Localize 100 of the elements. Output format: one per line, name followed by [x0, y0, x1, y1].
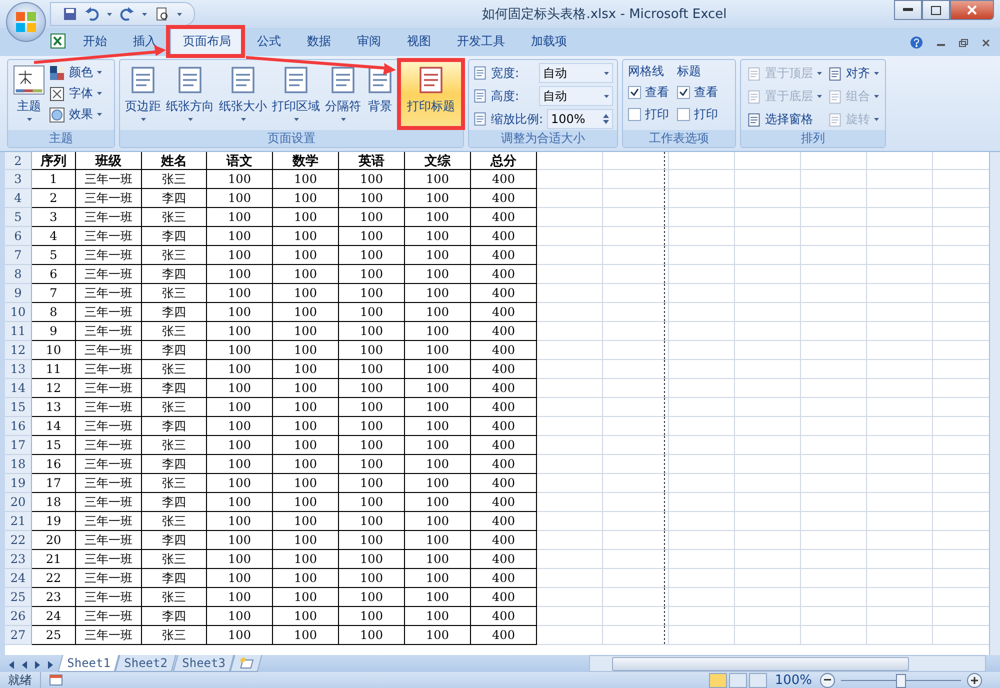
- zoom-level[interactable]: 100%: [774, 672, 812, 688]
- normal-view-button[interactable]: [708, 672, 727, 688]
- undo-icon[interactable]: [85, 7, 99, 21]
- row-header[interactable]: 6: [5, 227, 32, 246]
- option-checkbox[interactable]: 查看: [628, 82, 669, 103]
- empty-cells[interactable]: [537, 626, 989, 645]
- row-header[interactable]: 10: [5, 303, 32, 322]
- zoom-slider-thumb[interactable]: [896, 674, 906, 688]
- ribbon-tab[interactable]: 开始: [70, 27, 120, 56]
- ribbon-tab[interactable]: 视图: [394, 27, 444, 56]
- row-header[interactable]: 3: [5, 170, 32, 189]
- empty-cells[interactable]: [537, 607, 989, 626]
- row-header[interactable]: 26: [5, 607, 32, 626]
- row-header[interactable]: 2: [5, 152, 32, 170]
- save-icon[interactable]: [63, 7, 77, 21]
- page-setup-button[interactable]: 打印区域: [270, 62, 322, 128]
- office-button[interactable]: [6, 2, 46, 42]
- vertical-scrollbar[interactable]: [989, 152, 1000, 655]
- empty-cells[interactable]: [537, 246, 989, 265]
- empty-cells[interactable]: [537, 341, 989, 360]
- horizontal-scrollbar[interactable]: [589, 655, 986, 672]
- empty-cells[interactable]: [537, 455, 989, 474]
- help-icon[interactable]: [910, 36, 923, 49]
- empty-cells[interactable]: [537, 550, 989, 569]
- themes-button[interactable]: 主题: [11, 62, 47, 128]
- sheet-tab[interactable]: Sheet1: [58, 655, 120, 672]
- theme-option-button[interactable]: 效果: [49, 104, 102, 125]
- empty-cells[interactable]: [537, 398, 989, 417]
- empty-cells[interactable]: [537, 189, 989, 208]
- row-header[interactable]: 15: [5, 398, 32, 417]
- page-setup-button[interactable]: 页边距: [123, 62, 163, 128]
- scale-dropdown[interactable]: 自动: [539, 63, 613, 83]
- row-header[interactable]: 11: [5, 322, 32, 341]
- insert-sheet-tab[interactable]: [230, 655, 262, 672]
- row-header[interactable]: 8: [5, 265, 32, 284]
- row-header[interactable]: 22: [5, 531, 32, 550]
- print-preview-icon[interactable]: [155, 7, 169, 21]
- row-header[interactable]: 27: [5, 626, 32, 645]
- page-setup-button[interactable]: 纸张大小: [217, 62, 269, 128]
- row-header[interactable]: 23: [5, 550, 32, 569]
- scale-spinner[interactable]: 100%: [547, 109, 613, 129]
- empty-cells[interactable]: [537, 436, 989, 455]
- option-checkbox[interactable]: 查看: [677, 82, 718, 103]
- empty-cells[interactable]: [537, 379, 989, 398]
- first-sheet-arrow-icon[interactable]: [8, 661, 15, 669]
- row-header[interactable]: 17: [5, 436, 32, 455]
- minimize-button[interactable]: [894, 0, 922, 20]
- empty-cells[interactable]: [537, 493, 989, 512]
- next-sheet-arrow-icon[interactable]: [34, 661, 41, 669]
- row-header[interactable]: 25: [5, 588, 32, 607]
- empty-cells[interactable]: [537, 417, 989, 436]
- page-break-view-button[interactable]: [748, 672, 767, 688]
- ribbon-tab[interactable]: 加载项: [518, 27, 580, 56]
- row-header[interactable]: 21: [5, 512, 32, 531]
- maximize-button[interactable]: [922, 0, 950, 20]
- page-setup-button[interactable]: 打印标题: [401, 62, 461, 126]
- row-header[interactable]: 5: [5, 208, 32, 227]
- row-header[interactable]: 19: [5, 474, 32, 493]
- page-setup-button[interactable]: 分隔符: [323, 62, 363, 128]
- row-header[interactable]: 9: [5, 284, 32, 303]
- empty-cells[interactable]: [537, 303, 989, 322]
- scroll-thumb[interactable]: [612, 657, 909, 671]
- arrange-button[interactable]: 选择窗格: [747, 109, 822, 130]
- empty-cells[interactable]: [537, 170, 989, 189]
- redo-icon[interactable]: [120, 7, 134, 21]
- row-header[interactable]: 20: [5, 493, 32, 512]
- close-icon[interactable]: [982, 38, 990, 46]
- row-header[interactable]: 13: [5, 360, 32, 379]
- zoom-in-button[interactable]: [967, 672, 982, 688]
- checkbox[interactable]: [628, 86, 641, 99]
- ribbon-tab[interactable]: 数据: [294, 27, 344, 56]
- sheet-tab[interactable]: Sheet2: [115, 655, 177, 672]
- checkbox[interactable]: [677, 86, 690, 99]
- sheet-tab[interactable]: Sheet3: [172, 655, 234, 672]
- empty-cells[interactable]: [537, 284, 989, 303]
- close-button[interactable]: [950, 0, 994, 20]
- empty-cells[interactable]: [537, 512, 989, 531]
- empty-cells[interactable]: [537, 227, 989, 246]
- page-setup-button[interactable]: 纸张方向: [164, 62, 216, 128]
- empty-cells[interactable]: [537, 531, 989, 550]
- ribbon-tab[interactable]: 审阅: [344, 27, 394, 56]
- page-layout-view-button[interactable]: [728, 672, 747, 688]
- empty-cells[interactable]: [537, 360, 989, 379]
- checkbox[interactable]: [677, 108, 690, 121]
- theme-option-button[interactable]: 颜色: [49, 62, 102, 83]
- empty-cells[interactable]: [537, 588, 989, 607]
- zoom-out-button[interactable]: [820, 672, 835, 688]
- checkbox[interactable]: [628, 108, 641, 121]
- empty-cells[interactable]: [537, 474, 989, 493]
- row-header[interactable]: 12: [5, 341, 32, 360]
- prev-sheet-arrow-icon[interactable]: [21, 661, 28, 669]
- theme-option-button[interactable]: 字体: [49, 83, 102, 104]
- empty-cells[interactable]: [537, 265, 989, 284]
- option-checkbox[interactable]: 打印: [628, 104, 669, 125]
- option-checkbox[interactable]: 打印: [677, 104, 718, 125]
- row-header[interactable]: 14: [5, 379, 32, 398]
- macro-record-icon[interactable]: [49, 674, 63, 686]
- scale-dropdown[interactable]: 自动: [539, 86, 613, 106]
- row-header[interactable]: 4: [5, 189, 32, 208]
- arrange-button[interactable]: 对齐: [828, 63, 879, 84]
